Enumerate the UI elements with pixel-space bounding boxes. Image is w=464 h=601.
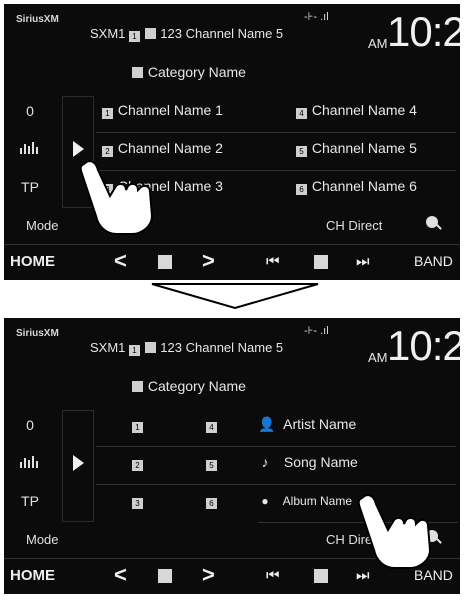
zero-button[interactable]: 0: [10, 408, 50, 442]
preset-icon-4[interactable]: 4: [206, 416, 218, 433]
mode-button[interactable]: Mode: [26, 218, 59, 233]
preset-icon-5[interactable]: 5: [206, 454, 218, 471]
band-button[interactable]: BAND: [414, 253, 453, 269]
siriusxm-logo: SiriusXM: [16, 14, 59, 25]
band-label: SXM1: [90, 340, 126, 355]
next-button[interactable]: >: [202, 562, 215, 588]
receiver-screen-details: SiriusXM SXM1 1 123 Channel Name 5 -⊦- .…: [4, 318, 460, 594]
next-button[interactable]: >: [202, 248, 215, 274]
channel-name: Channel Name 5: [185, 340, 284, 355]
stop-icon[interactable]: [314, 569, 328, 583]
artist-name: Artist Name: [283, 416, 357, 432]
preset-6[interactable]: 6 Channel Name 6: [296, 178, 417, 195]
category-row: Category Name: [132, 64, 246, 80]
home-button[interactable]: HOME: [10, 253, 55, 270]
artist-icon: 👤: [258, 416, 276, 432]
tp-button[interactable]: TP: [10, 484, 50, 518]
siriusxm-logo: SiriusXM: [16, 328, 59, 339]
am-pm: AM: [368, 36, 388, 51]
clock: 10:28: [387, 322, 460, 369]
preset-icon-1[interactable]: 1: [132, 416, 144, 433]
preset-icon-4: 4: [296, 108, 307, 119]
category-icon: [132, 381, 143, 392]
preset-4[interactable]: 4 Channel Name 4: [296, 102, 417, 119]
preset-1[interactable]: 1 Channel Name 1: [102, 102, 223, 119]
category-icon: [144, 342, 156, 353]
status-bar: SiriusXM SXM1 1 123 Channel Name 5 -⊦- .…: [4, 4, 460, 56]
nav-bar: HOME < > ⏮ ⏭ BAND: [4, 244, 460, 280]
stop-icon[interactable]: [314, 255, 328, 269]
album-name: Album Name: [282, 494, 353, 508]
preset-2[interactable]: 2 Channel Name 2: [102, 140, 223, 157]
channel-number: 123: [160, 340, 182, 355]
prev-button[interactable]: <: [114, 562, 127, 588]
divider: [96, 132, 456, 133]
signal-icon: -⊦- .ıl: [304, 325, 329, 337]
equalizer-icon[interactable]: [10, 446, 50, 480]
note-icon: ♪: [261, 454, 269, 470]
hand-pointer-icon: [79, 160, 154, 235]
ch-direct-button[interactable]: CH Direct: [326, 218, 382, 233]
list-icon[interactable]: [158, 255, 172, 269]
divider: [96, 484, 456, 485]
status-bar: SiriusXM SXM1 1 123 Channel Name 5 -⊦- .…: [4, 318, 460, 370]
preset-icon-2[interactable]: 2: [132, 454, 144, 471]
preset-label: Channel Name 1: [117, 102, 223, 118]
preset-icon-1: 1: [102, 108, 113, 119]
skip-back-icon[interactable]: ⏮: [266, 253, 280, 270]
play-icon[interactable]: [73, 455, 84, 471]
channel-name: Channel Name 5: [185, 26, 284, 41]
equalizer-icon[interactable]: [10, 132, 50, 166]
album-icon: ●: [261, 494, 269, 508]
left-buttons: 0 TP: [4, 94, 56, 214]
skip-back-icon[interactable]: ⏮: [266, 567, 280, 584]
song-row: ♪ Song Name: [258, 454, 358, 470]
list-icon[interactable]: [158, 569, 172, 583]
preset-icon: 1: [129, 345, 141, 356]
preset-icon-3[interactable]: 3: [132, 492, 144, 509]
mode-button[interactable]: Mode: [26, 532, 59, 547]
channel-info: SXM1 1 123 Channel Name 5: [90, 340, 283, 356]
tp-button[interactable]: TP: [10, 170, 50, 204]
preset-label: Channel Name 6: [311, 178, 417, 194]
category-icon: [144, 28, 156, 39]
preset-icon-6[interactable]: 6: [206, 492, 218, 509]
play-column[interactable]: [62, 410, 94, 522]
preset-icon: 1: [129, 31, 141, 42]
play-icon[interactable]: [73, 141, 84, 157]
signal-icon: -⊦- .ıl: [304, 11, 329, 23]
search-icon[interactable]: [426, 216, 438, 228]
category-name: Category Name: [147, 64, 246, 80]
channel-info: SXM1 1 123 Channel Name 5: [90, 26, 283, 42]
am-pm: AM: [368, 350, 388, 365]
clock: 10:28: [387, 8, 460, 55]
category-icon: [132, 67, 143, 78]
preset-icon-5: 5: [296, 146, 307, 157]
preset-label: Channel Name 4: [311, 102, 417, 118]
category-row: Category Name: [132, 378, 246, 394]
skip-forward-icon[interactable]: ⏭: [356, 253, 370, 270]
home-button[interactable]: HOME: [10, 567, 55, 584]
divider: [96, 446, 456, 447]
album-row: ● Album Name: [258, 494, 352, 508]
preset-label: Channel Name 2: [117, 140, 223, 156]
transition-arrow-icon: [151, 283, 319, 310]
artist-row: 👤 Artist Name: [258, 416, 356, 433]
preset-5[interactable]: 5 Channel Name 5: [296, 140, 417, 157]
function-row: Mode CH Direct: [4, 212, 460, 240]
category-name: Category Name: [147, 378, 246, 394]
channel-number: 123: [160, 26, 182, 41]
preset-label: Channel Name 5: [311, 140, 417, 156]
prev-button[interactable]: <: [114, 248, 127, 274]
preset-icon-6: 6: [296, 184, 307, 195]
song-name: Song Name: [283, 454, 358, 470]
hand-pointer-icon: [357, 494, 432, 569]
receiver-screen-presets: SiriusXM SXM1 1 123 Channel Name 5 -⊦- .…: [4, 4, 460, 280]
zero-button[interactable]: 0: [10, 94, 50, 128]
left-buttons: 0 TP: [4, 408, 56, 528]
band-label: SXM1: [90, 26, 126, 41]
